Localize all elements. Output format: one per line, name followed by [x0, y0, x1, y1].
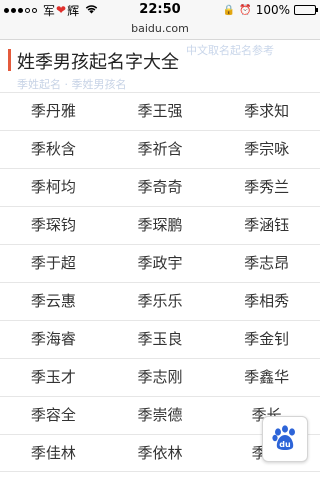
baidu-paw-icon: du: [272, 425, 295, 450]
name-link[interactable]: 季鑫华: [213, 359, 320, 396]
name-link[interactable]: 季祈含: [107, 131, 214, 168]
status-right: 🔒 ⏰ 100%: [222, 0, 318, 20]
name-link[interactable]: 季海睿: [0, 321, 107, 358]
name-link[interactable]: 季佳林: [0, 435, 107, 471]
name-row: 季秋含 季祈含 季宗咏: [0, 130, 320, 168]
name-link[interactable]: 季云惠: [0, 283, 107, 320]
name-link[interactable]: 季奇奇: [107, 169, 214, 206]
name-row: 季于超 季政宇 季志昂: [0, 244, 320, 282]
name-row: 季云惠 季乐乐 季相秀: [0, 282, 320, 320]
name-link[interactable]: 季玉才: [0, 359, 107, 396]
title-accent-bar: [8, 49, 11, 71]
name-link[interactable]: 季王强: [107, 93, 214, 130]
name-link[interactable]: 季依林: [107, 435, 214, 471]
name-link[interactable]: 季相秀: [213, 283, 320, 320]
name-row: 季柯均 季奇奇 季秀兰: [0, 168, 320, 206]
ghost-links: 季姓起名 · 季姓男孩名: [17, 78, 127, 91]
name-link[interactable]: 季丹雅: [0, 93, 107, 130]
name-link[interactable]: 季柯均: [0, 169, 107, 206]
name-link[interactable]: 季琛钧: [0, 207, 107, 244]
status-bar: 军 ❤ 辉 22:50 🔒 ⏰ 100%: [0, 0, 320, 20]
ghost-subtitle: 中文取名起名参考: [186, 44, 274, 57]
name-link[interactable]: 季容全: [0, 397, 107, 434]
name-link[interactable]: 季志刚: [107, 359, 214, 396]
name-link[interactable]: 季政宇: [107, 245, 214, 282]
fab-label: du: [279, 440, 291, 449]
name-link[interactable]: 季宗咏: [213, 131, 320, 168]
name-link[interactable]: 季琛鹏: [107, 207, 214, 244]
name-link[interactable]: 季于超: [0, 245, 107, 282]
name-link[interactable]: 季乐乐: [107, 283, 214, 320]
name-link[interactable]: 季秀兰: [213, 169, 320, 206]
battery-icon: [294, 5, 318, 15]
name-link[interactable]: 季涵钰: [213, 207, 320, 244]
name-link[interactable]: 季秋含: [0, 131, 107, 168]
page-header: 中文取名起名参考 姓季男孩起名字大全 季姓起名 · 季姓男孩名: [0, 40, 320, 92]
name-row: 季琛钧 季琛鹏 季涵钰: [0, 206, 320, 244]
name-link[interactable]: 季玉良: [107, 321, 214, 358]
page-title: 姓季男孩起名字大全: [17, 52, 179, 73]
battery-percent: 100%: [255, 3, 290, 17]
name-link[interactable]: 季求知: [213, 93, 320, 130]
name-row: 季海睿 季玉良 季金钊: [0, 320, 320, 358]
alarm-icon: ⏰: [239, 4, 252, 16]
baidu-float-button[interactable]: du: [262, 416, 308, 462]
name-link[interactable]: 季崇德: [107, 397, 214, 434]
phone-screen: 军 ❤ 辉 22:50 🔒 ⏰ 100% baidu.com 中文取名起名参考 …: [0, 0, 320, 480]
name-link[interactable]: 季志昂: [213, 245, 320, 282]
name-link[interactable]: 季金钊: [213, 321, 320, 358]
names-grid: 季丹雅 季王强 季求知 季秋含 季祈含 季宗咏 季柯均 季奇奇 季秀兰 季琛钧 季琛鹏 季涵钰 季于超季…: [0, 92, 320, 472]
name-row: 季玉才 季志刚 季鑫华: [0, 358, 320, 396]
name-row: 季丹雅 季王强 季求知: [0, 92, 320, 130]
url-bar[interactable]: baidu.com: [0, 20, 320, 40]
rotation-lock-icon: 🔒: [222, 4, 236, 16]
